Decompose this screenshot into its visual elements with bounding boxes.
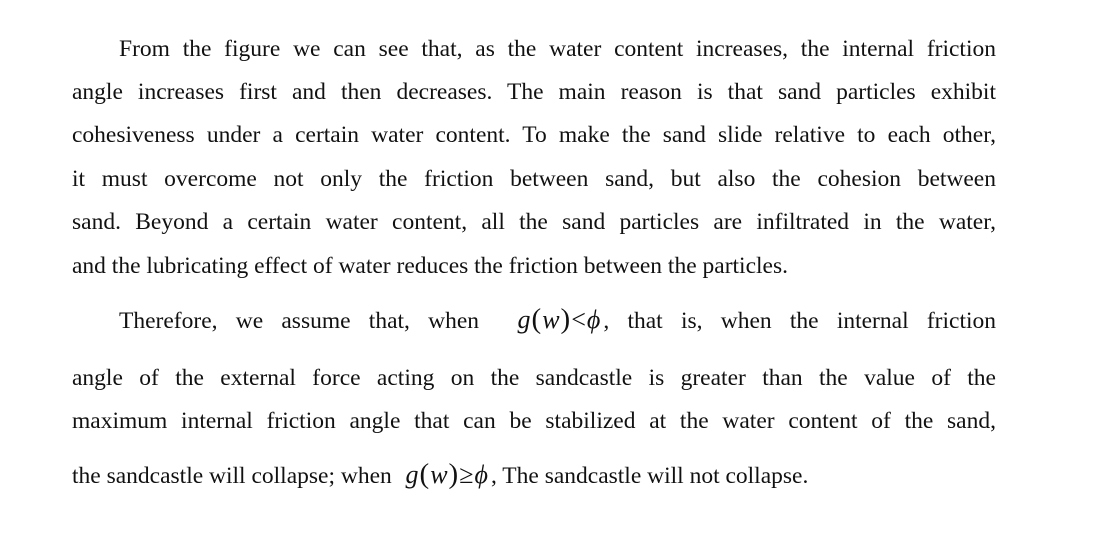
math-variable-w: w	[542, 305, 561, 334]
math-less-than: <	[571, 305, 587, 334]
paragraph-1-line-6: and the lubricating effect of water redu…	[72, 253, 788, 279]
condition-text-before: Therefore, we assume that, when	[119, 308, 480, 334]
paragraph-2-line-1: Therefore, we assume that, when g(w)<ϕ, …	[119, 304, 996, 336]
math-function-g: g	[405, 460, 420, 489]
math-greater-equal: ≥	[459, 460, 475, 489]
math-open-paren: (	[419, 458, 431, 490]
stable-text-after: , The sandcastle will not collapse.	[490, 463, 809, 489]
paragraph-2-line-3: maximum internal friction angle that can…	[72, 408, 996, 434]
paragraph-2-line-4: the sandcastle will collapse; when g(w)≥…	[72, 459, 996, 491]
collapse-text-before: the sandcastle will collapse; when	[72, 463, 392, 489]
paragraph-1-line-4: it must overcome not only the friction b…	[72, 166, 996, 192]
math-open-paren: (	[531, 303, 543, 335]
document-page: From the figure we can see that, as the …	[0, 0, 1111, 539]
collapse-inequality: g(w)<ϕ	[516, 304, 604, 335]
paragraph-1-line-5: sand. Beyond a certain water content, al…	[72, 209, 996, 235]
math-phi: ϕ	[586, 305, 602, 334]
math-phi: ϕ	[474, 460, 489, 489]
math-close-paren: )	[448, 458, 460, 490]
condition-text-after: , that is, when the internal friction	[603, 308, 996, 334]
stable-inequality: g(w)≥ϕ	[404, 459, 491, 490]
math-variable-w: w	[430, 460, 449, 489]
paragraph-1-line-2: angle increases first and then decreases…	[72, 79, 996, 105]
math-close-paren: )	[560, 303, 572, 335]
paragraph-1-line-1: From the figure we can see that, as the …	[119, 36, 996, 62]
paragraph-2-line-2: angle of the external force acting on th…	[72, 365, 996, 391]
paragraph-1-line-3: cohesiveness under a certain water conte…	[72, 122, 996, 148]
math-function-g: g	[517, 305, 532, 334]
